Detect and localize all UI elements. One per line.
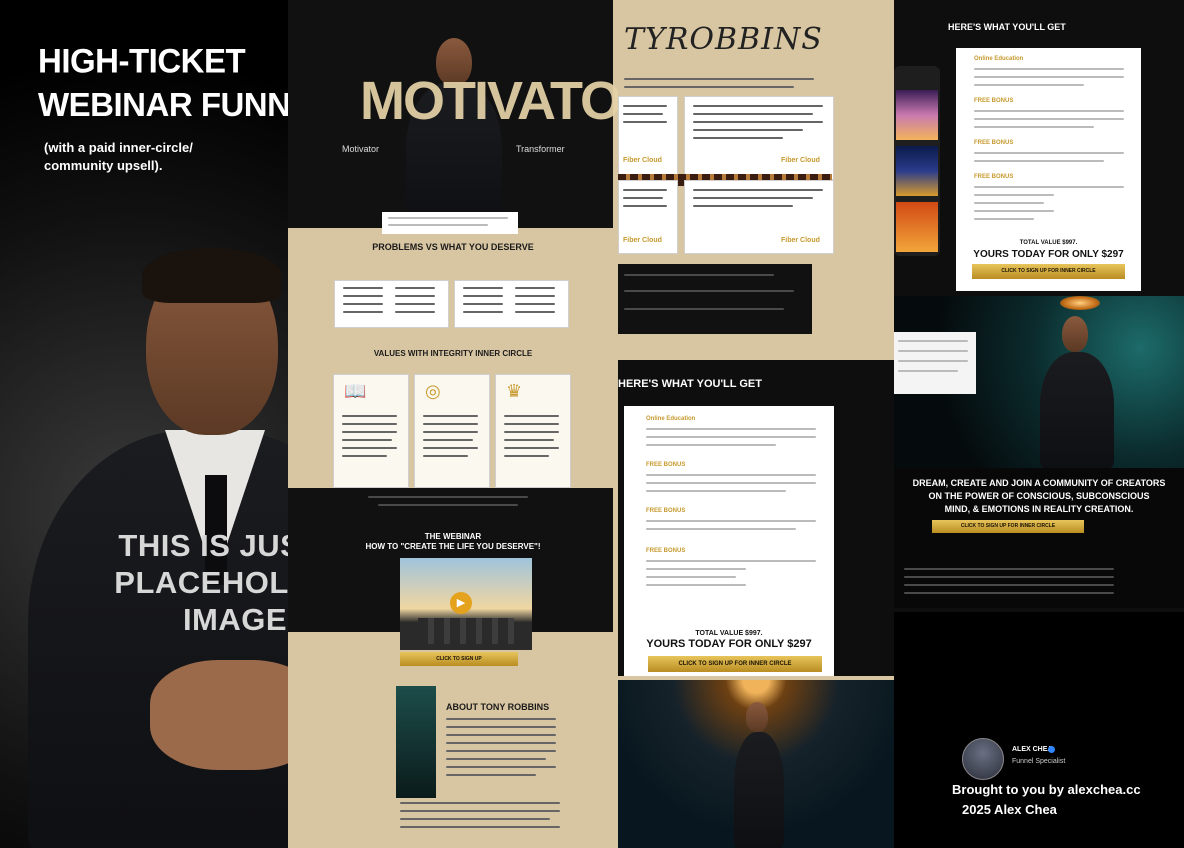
page3-signature: TYROBBINS [624,22,823,57]
page2-brand: MOTIVATOR [360,71,618,131]
page4-stage-image [894,296,1184,468]
hero-panel: HIGH-TICKET WEBINAR FUNNEL (with a paid … [0,0,288,848]
value-card-3: ♛ [495,374,571,488]
page4-text-panel [894,332,976,394]
page4-value-line: TOTAL VALUE $997. [1019,240,1078,246]
page3-card-4: Fiber Cloud [684,180,834,254]
page3-bonus-3: FREE BONUS [646,508,686,514]
page4-bonus-1: Online Education [974,56,1024,62]
value-card-2: ◎ [414,374,490,488]
page2-funnel: MOTIVATOR Motivator Transformer PROBLEMS… [288,0,618,848]
page4-cta-button[interactable]: CLICK TO SIGN UP FOR INNER CIRCLE [972,264,1125,279]
page4-community-line1: DREAM, CREATE AND JOIN A COMMUNITY OF CR… [912,478,1166,488]
page2-problems-heading: PROBLEMS VS WHAT YOU DESERVE [372,242,534,252]
page2-problems-card-right [454,280,569,328]
page3-card-2: Fiber Cloud [684,96,834,180]
page3-bonus-2: FREE BONUS [646,462,686,468]
credit-name: ALEX CHEA [1012,746,1053,753]
book-icon: 📖 [344,381,367,401]
credit-role: Funnel Specialist [1012,758,1066,765]
page3-bonus-4: FREE BONUS [646,548,686,554]
page4-price-line: YOURS TODAY FOR ONLY $297 [973,249,1124,260]
page3-offer-band: HERE'S WHAT YOU'LL GET Online Education … [618,360,894,676]
page4-spotlight [1060,296,1100,310]
webinar-video[interactable]: ▶ [400,558,532,650]
page3-stage-head [746,702,768,732]
page2-problems-card-left [334,280,449,328]
page4-offer-card: Online Education FREE BONUS FREE BONUS F… [956,48,1141,291]
hero-title-line2: WEBINAR FUNNEL [38,86,288,123]
page4-bonus-4: FREE BONUS [974,174,1014,180]
page3-card-3: Fiber Cloud [618,180,678,254]
page4-stage-head [1062,316,1088,352]
page4-device-mockup [894,66,940,256]
mockup-image-3 [896,202,938,252]
page2-webinar-heading2: HOW TO "CREATE THE LIFE YOU DESERVE"! [365,542,541,551]
page4-bonus-2: FREE BONUS [974,98,1014,104]
page4-community-line2: ON THE POWER OF CONSCIOUS, SUBCONSCIOUS [928,491,1150,501]
page3-stage-image [618,680,894,848]
page3-dark-band [618,264,812,334]
portrait-hair [142,248,282,303]
page2-tag-left: Motivator [342,144,380,154]
page4-bonus-3: FREE BONUS [974,140,1014,146]
community-icon: ♛ [506,381,523,401]
mockup-image-2 [896,146,938,196]
page3-value-line: TOTAL VALUE $997. [695,630,763,637]
value-card-1: 📖 [333,374,409,488]
page2-cta-button[interactable]: CLICK TO SIGN UP [400,652,518,666]
page2-webinar-heading1: THE WEBINAR [424,532,482,541]
page3-offer-heading: HERE'S WHAT YOU'LL GET [618,378,762,390]
page3-bonus-1: Online Education [646,416,696,422]
portrait-hands [150,660,288,770]
page4-community-line3: MIND, & EMOTIONS IN REALITY CREATION. [944,504,1134,514]
page3-cta-button[interactable]: CLICK TO SIGN UP FOR INNER CIRCLE [648,656,822,672]
page4-community-section: DREAM, CREATE AND JOIN A COMMUNITY OF CR… [894,468,1184,608]
city-skyline [418,618,514,644]
page3-card-1: Fiber Cloud [618,96,678,180]
page3-offer-card: Online Education FREE BONUS FREE BONUS F… [624,406,834,676]
page3-card-4-label: Fiber Cloud [781,237,820,244]
page2-tag-right: Transformer [516,144,565,154]
credit-brought-by: Brought to you by alexchea.cc [952,782,1141,797]
page3-funnel: TYROBBINS Fiber Cloud Fiber Cloud Fiber … [618,0,894,848]
portrait-suit [28,430,288,848]
page2-hero: MOTIVATOR Motivator Transformer [288,0,618,228]
hero-subtitle-line2: community upsell). [44,158,163,173]
hero-subtitle-line1: (with a paid inner-circle/ [44,140,193,155]
page4-community-cta[interactable]: CLICK TO SIGN UP FOR INNER CIRCLE [932,520,1084,533]
page3-card-3-label: Fiber Cloud [623,237,662,244]
hero-title-line1: HIGH-TICKET [38,41,246,80]
page3-stage-suit [734,732,784,848]
page3-card-2-label: Fiber Cloud [781,157,820,164]
verified-icon [1048,746,1055,753]
page3-price-line: YOURS TODAY FOR ONLY $297 [646,638,812,650]
page4-stage-suit [1040,352,1114,468]
target-icon: ◎ [425,381,441,401]
play-icon[interactable]: ▶ [450,592,472,614]
page4-offer-heading: HERE'S WHAT YOU'LL GET [948,22,1066,32]
about-heading: ABOUT TONY ROBBINS [446,702,550,712]
mockup-image-1 [896,90,938,140]
page2-intro-strip [382,212,518,234]
about-photo [396,686,436,798]
page3-card-1-label: Fiber Cloud [623,157,662,164]
credit-copyright: 2025 Alex Chea [962,802,1057,817]
page4-funnel: HERE'S WHAT YOU'LL GET Online Education … [894,0,1184,848]
page2-values-heading: VALUES WITH INTEGRITY INNER CIRCLE [373,349,533,358]
credit-avatar [962,738,1004,780]
